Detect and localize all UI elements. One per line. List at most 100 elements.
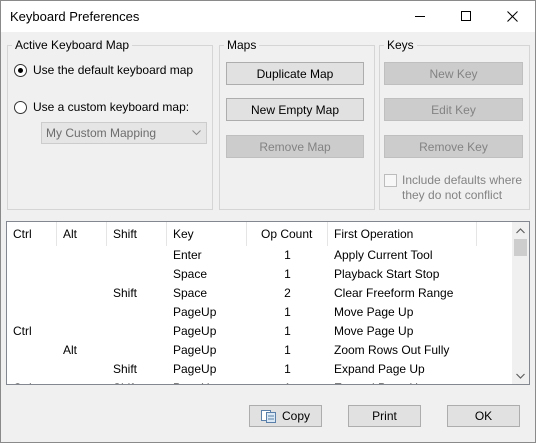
- cell-op-count: 1: [284, 248, 291, 262]
- title-bar: Keyboard Preferences: [1, 1, 535, 32]
- keys-legend: Keys: [384, 38, 417, 52]
- cell-key: PageUp: [173, 343, 217, 357]
- maximize-icon: [460, 11, 471, 21]
- column-header-alt[interactable]: Alt: [57, 222, 107, 246]
- cell-key: Space: [173, 286, 208, 300]
- cell-shift: [113, 303, 167, 322]
- cell-ctrl: Ctrl: [13, 324, 32, 338]
- cell-key: PageUp: [173, 305, 217, 319]
- active-map-legend: Active Keyboard Map: [12, 38, 133, 52]
- cell-first-operation: Expand Page Up: [334, 362, 425, 376]
- column-header-op-count[interactable]: Op Count: [247, 222, 328, 246]
- custom-map-radio[interactable]: [14, 100, 27, 114]
- cell-first-operation: Playback Start Stop: [334, 267, 440, 281]
- minimize-button[interactable]: [397, 1, 443, 32]
- cell-op-count: 1: [284, 362, 291, 376]
- default-map-radio[interactable]: [14, 63, 27, 77]
- cell-first-operation: Clear Freeform Range: [334, 286, 454, 300]
- minimize-icon: [414, 16, 425, 17]
- include-defaults-label-line2: they do not conflict: [402, 188, 503, 202]
- column-header-key[interactable]: Key: [167, 222, 247, 246]
- close-button[interactable]: [489, 1, 535, 32]
- cell-op-count: 2: [284, 286, 291, 300]
- cell-first-operation: Move Page Up: [334, 324, 414, 338]
- custom-map-radio-row[interactable]: Use a custom keyboard map:: [14, 100, 189, 114]
- ok-button[interactable]: OK: [447, 405, 520, 427]
- chevron-up-icon: [516, 227, 525, 233]
- cell-shift: [113, 265, 167, 284]
- chevron-down-icon: [192, 130, 201, 136]
- cell-shift: [113, 322, 167, 341]
- cell-first-operation: Move Page Up: [334, 305, 414, 319]
- keys-group: Keys New Key Edit Key Remove Key Include…: [379, 38, 530, 210]
- key-bindings-list[interactable]: Ctrl Alt Shift Key Op Count First Operat…: [6, 221, 530, 385]
- maximize-button[interactable]: [443, 1, 489, 32]
- cell-ctrl: [13, 341, 57, 360]
- window-title: Keyboard Preferences: [10, 9, 140, 24]
- copy-button-label: Copy: [281, 409, 310, 423]
- cell-ctrl: Ctrl: [13, 379, 57, 384]
- scroll-up-button[interactable]: [512, 222, 529, 239]
- cell-key: PageUp: [173, 362, 217, 376]
- new-key-button[interactable]: New Key: [384, 62, 523, 85]
- cell-alt: Alt: [63, 343, 78, 357]
- include-defaults-label-line1: Include defaults where: [402, 173, 523, 187]
- cell-op-count: 1: [284, 343, 291, 357]
- copy-icon: [260, 409, 276, 423]
- table-row[interactable]: Space 1 Playback Start Stop: [7, 265, 517, 284]
- close-icon: [506, 11, 518, 22]
- duplicate-map-button[interactable]: Duplicate Map: [226, 62, 364, 85]
- cell-op-count: 1: [284, 305, 291, 319]
- table-row[interactable]: Shift PageUp 1 Expand Page Up: [7, 360, 517, 379]
- include-defaults-checkbox[interactable]: [384, 174, 397, 187]
- table-row[interactable]: Shift Space 2 Clear Freeform Range: [7, 284, 517, 303]
- table-row[interactable]: Ctrl PageUp 1 Move Page Up: [7, 322, 517, 341]
- list-header: Ctrl Alt Shift Key Op Count First Operat…: [7, 222, 517, 246]
- cell-key: Enter: [173, 248, 202, 262]
- scroll-down-button[interactable]: [512, 367, 529, 384]
- cell-shift: Shift: [113, 379, 167, 384]
- remove-key-button[interactable]: Remove Key: [384, 135, 523, 158]
- new-empty-map-button[interactable]: New Empty Map: [226, 98, 364, 121]
- table-row[interactable]: Enter 1 Apply Current Tool: [7, 246, 517, 265]
- cell-op-count: 1: [284, 324, 291, 338]
- cell-shift: [113, 246, 167, 265]
- cell-alt: [63, 303, 107, 322]
- column-header-first-operation[interactable]: First Operation: [328, 222, 477, 246]
- cell-alt: [63, 265, 107, 284]
- cell-ctrl: [13, 246, 57, 265]
- cell-alt: [63, 246, 107, 265]
- chevron-down-icon: [516, 373, 525, 379]
- cell-first-operation: Zoom Rows Out Fully: [334, 343, 450, 357]
- default-map-label: Use the default keyboard map: [33, 63, 194, 77]
- print-button[interactable]: Print: [348, 405, 421, 427]
- custom-map-label: Use a custom keyboard map:: [33, 100, 190, 114]
- keyboard-preferences-dialog: Keyboard Preferences Active Keyboard Map…: [0, 0, 536, 443]
- cell-ctrl: [13, 360, 57, 379]
- cell-shift: Shift: [113, 286, 138, 300]
- table-row[interactable]: PageUp 1 Move Page Up: [7, 303, 517, 322]
- edit-key-button[interactable]: Edit Key: [384, 98, 523, 121]
- table-row[interactable]: Alt PageUp 1 Zoom Rows Out Fully: [7, 341, 517, 360]
- cell-shift: [113, 341, 167, 360]
- column-header-ctrl[interactable]: Ctrl: [7, 222, 57, 246]
- default-map-radio-row[interactable]: Use the default keyboard map: [14, 63, 193, 77]
- custom-map-select-value: My Custom Mapping: [46, 126, 157, 140]
- cell-alt: [63, 322, 107, 341]
- cell-alt: [63, 284, 107, 303]
- cell-ctrl: [13, 265, 57, 284]
- maps-legend: Maps: [224, 38, 260, 52]
- cell-ctrl: [13, 303, 57, 322]
- cell-op-count: 1: [284, 267, 291, 281]
- vertical-scrollbar[interactable]: [512, 222, 529, 384]
- cell-key: PageUp: [173, 379, 247, 384]
- custom-map-select[interactable]: My Custom Mapping: [41, 122, 207, 144]
- cell-first-operation: Apply Current Tool: [334, 248, 433, 262]
- cell-alt: [63, 379, 107, 384]
- table-row[interactable]: Ctrl Shift PageUp1 Expand Page Up: [7, 379, 517, 384]
- remove-map-button[interactable]: Remove Map: [226, 135, 364, 158]
- column-header-shift[interactable]: Shift: [107, 222, 167, 246]
- scroll-thumb[interactable]: [514, 239, 527, 256]
- cell-op-count: 1: [247, 379, 328, 384]
- copy-button[interactable]: Copy: [249, 405, 322, 427]
